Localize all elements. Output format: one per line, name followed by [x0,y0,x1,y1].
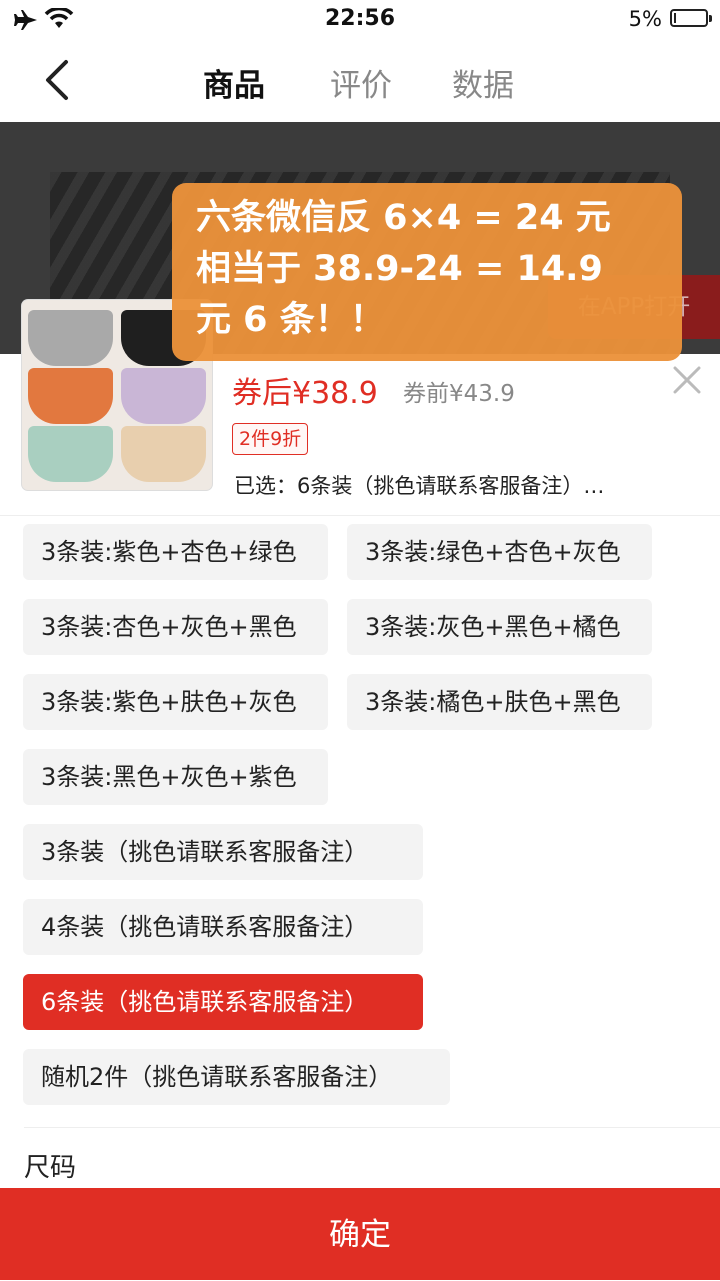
back-chevron-icon[interactable] [38,56,78,104]
option-chip[interactable]: 3条装:紫色+杏色+绿色 [23,524,328,580]
top-nav: 商品 评价 数据 [0,40,720,122]
selected-sku-text: 已选：6条装（挑色请联系客服备注）… [234,474,605,498]
status-bar: 22:56 5% [0,0,720,40]
annotation-line: 六条微信反 6×4 = 24 元 [196,198,611,238]
size-section-label: 尺码 [24,1153,77,1183]
discount-badge: 2件9折 [232,423,309,455]
option-chip[interactable]: 3条装（挑色请联系客服备注） [23,824,423,880]
divider [0,515,720,516]
battery-percent: 5% [628,7,662,31]
option-chip-selected[interactable]: 6条装（挑色请联系客服备注） [23,974,423,1030]
price-before-coupon: 券前¥43.9 [403,381,515,407]
tab-data[interactable]: 数据 [452,60,514,105]
promo-annotation-note: 六条微信反 6×4 = 24 元 相当于 38.9-24 = 14.9 元 6 … [172,183,682,361]
annotation-line: 相当于 38.9-24 = 14.9 [196,249,603,289]
tab-reviews[interactable]: 评价 [330,60,392,105]
option-chip[interactable]: 3条装:黑色+灰色+紫色 [23,749,328,805]
close-icon[interactable] [669,362,705,398]
option-chip[interactable]: 4条装（挑色请联系客服备注） [23,899,423,955]
option-chip[interactable]: 3条装:橘色+肤色+黑色 [347,674,652,730]
option-chip[interactable]: 3条装:灰色+黑色+橘色 [347,599,652,655]
battery-icon [670,9,712,27]
option-chip[interactable]: 随机2件（挑色请联系客服备注） [23,1049,450,1105]
confirm-button[interactable]: 确定 [0,1188,720,1280]
option-chip[interactable]: 3条装:紫色+肤色+灰色 [23,674,328,730]
divider [24,1127,720,1128]
clock: 22:56 [324,6,396,31]
option-chip[interactable]: 3条装:绿色+杏色+灰色 [347,524,652,580]
tab-product[interactable]: 商品 [203,60,265,105]
annotation-line: 元 6 条！！ [196,300,385,340]
option-chip[interactable]: 3条装:杏色+灰色+黑色 [23,599,328,655]
price-after-coupon: 券后¥38.9 [232,376,378,411]
